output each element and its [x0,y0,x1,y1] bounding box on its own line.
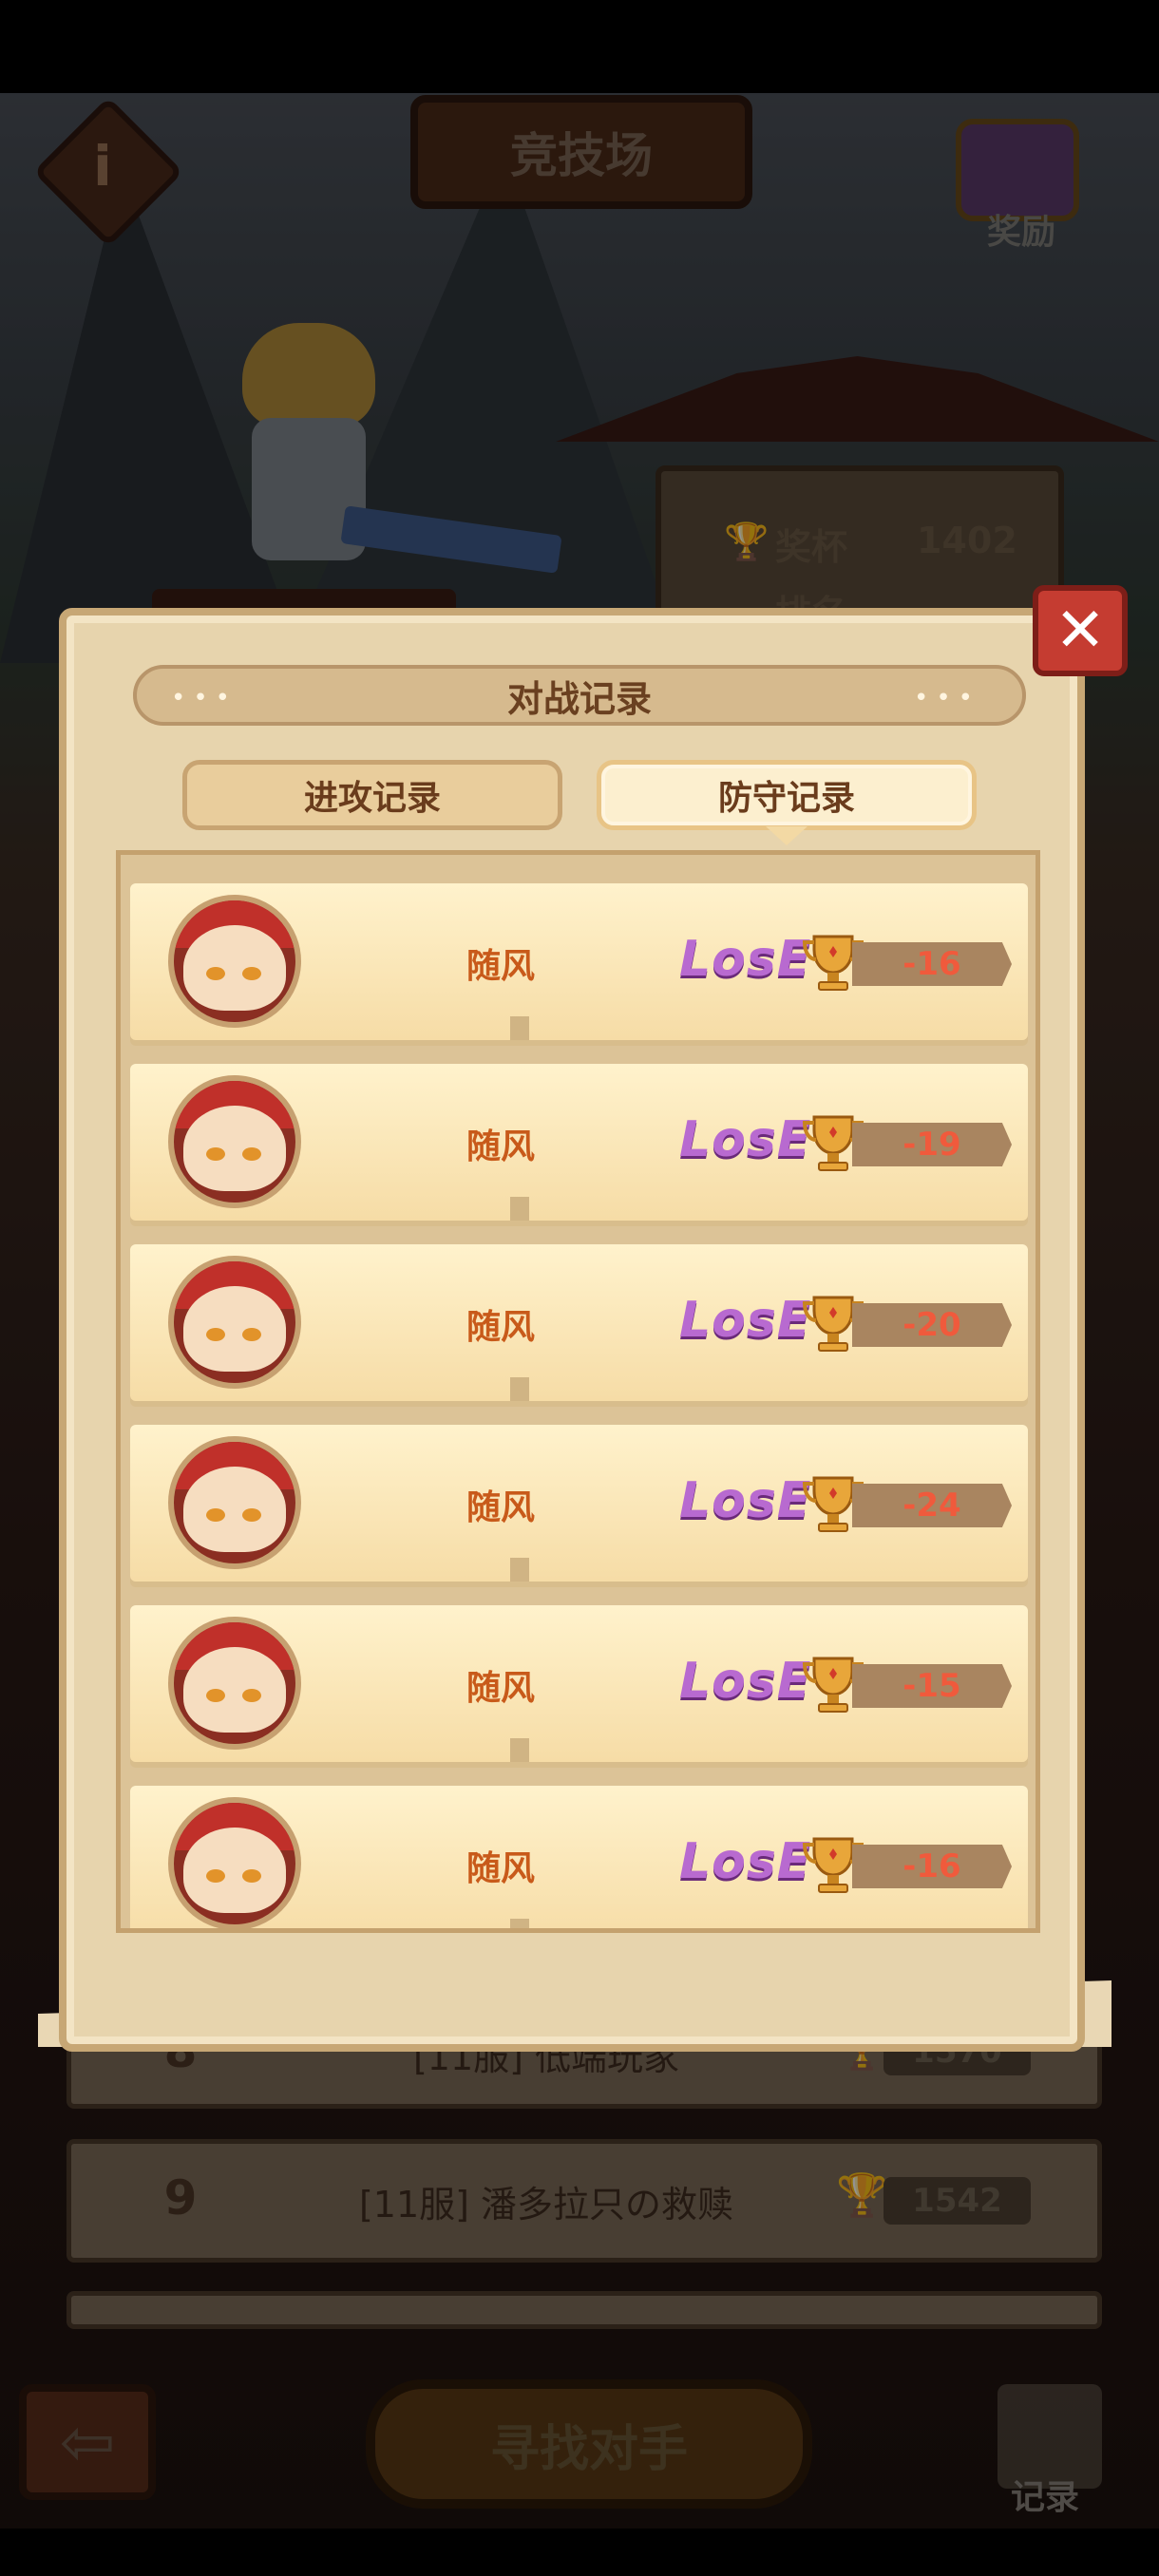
opponent-avatar[interactable] [168,895,301,1028]
opponent-name: 随风 [466,1849,535,1888]
trophy-change: -16 [852,942,1012,986]
opponent-name: 随风 [466,1127,535,1166]
opponent-avatar[interactable] [168,1256,301,1389]
record-list[interactable]: 随风 LosE -16 随风 LosE -19 随风 LosE -20 随风 L… [116,850,1040,1933]
result-label: LosE [679,1472,812,1529]
opponent-avatar[interactable] [168,1617,301,1750]
opponent-name: 随风 [466,1308,535,1347]
paper-fold [510,1377,529,1401]
dialog-title: 对战记录 [133,665,1026,726]
opponent-avatar[interactable] [168,1797,301,1928]
opponent-avatar[interactable] [168,1436,301,1569]
close-button[interactable]: ✕ [1033,585,1128,676]
navigation-bar [0,2529,1159,2576]
arena-screen: i 竞技场 奖励 🏆 奖杯 1402 排名 8 [11服] 低端玩家 🏆 157… [0,0,1159,2576]
opponent-name: 随风 [466,947,535,986]
paper-fold [510,1558,529,1582]
tab-defense-record[interactable]: 防守记录 [597,760,977,830]
record-row[interactable]: 随风 LosE -16 [130,1786,1028,1928]
trophy-change: -20 [852,1303,1012,1347]
result-label: LosE [679,931,812,988]
trophy-change: -24 [852,1484,1012,1527]
result-label: LosE [679,1111,812,1168]
record-row[interactable]: 随风 LosE -16 [130,883,1028,1040]
paper-fold [510,1919,529,1928]
result-label: LosE [679,1653,812,1710]
opponent-avatar[interactable] [168,1075,301,1208]
active-tab-indicator [766,826,808,845]
status-bar [0,0,1159,93]
close-icon: ✕ [1054,596,1106,666]
result-label: LosE [679,1833,812,1890]
tab-attack-record[interactable]: 进攻记录 [182,760,562,830]
title-decoration-dots: ••• [171,684,238,712]
paper-fold [510,1197,529,1221]
trophy-change: -15 [852,1664,1012,1708]
record-row[interactable]: 随风 LosE -15 [130,1605,1028,1762]
record-row[interactable]: 随风 LosE -20 [130,1244,1028,1401]
record-row[interactable]: 随风 LosE -24 [130,1425,1028,1582]
record-row[interactable]: 随风 LosE -19 [130,1064,1028,1221]
opponent-name: 随风 [466,1669,535,1708]
trophy-change: -19 [852,1123,1012,1166]
trophy-change: -16 [852,1845,1012,1888]
opponent-name: 随风 [466,1488,535,1527]
paper-fold [510,1738,529,1762]
title-decoration-dots: ••• [914,684,981,712]
paper-fold [510,1016,529,1040]
result-label: LosE [679,1292,812,1349]
